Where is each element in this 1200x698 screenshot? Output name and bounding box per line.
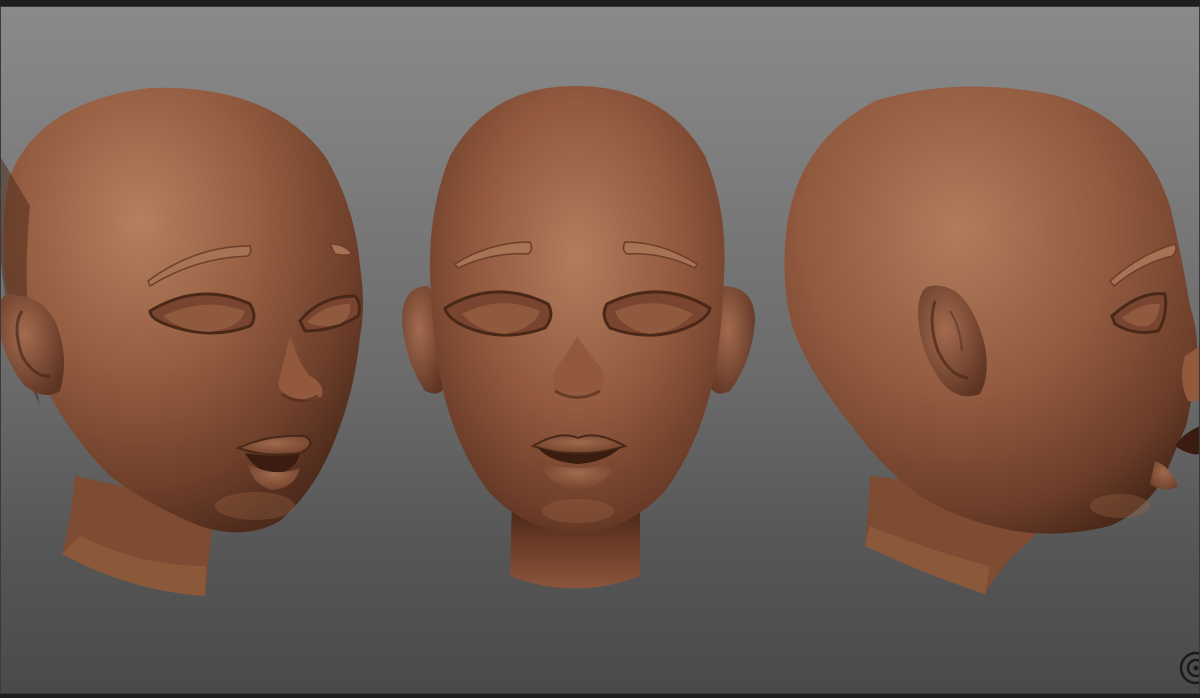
side-view-head: [784, 86, 1200, 594]
sculpt-scene: [0, 86, 1200, 596]
gyroscope-icon[interactable]: [1178, 650, 1200, 686]
front-view-head: [402, 86, 755, 589]
three-quarter-view-head: [0, 87, 363, 596]
render-viewport[interactable]: [0, 0, 1200, 698]
